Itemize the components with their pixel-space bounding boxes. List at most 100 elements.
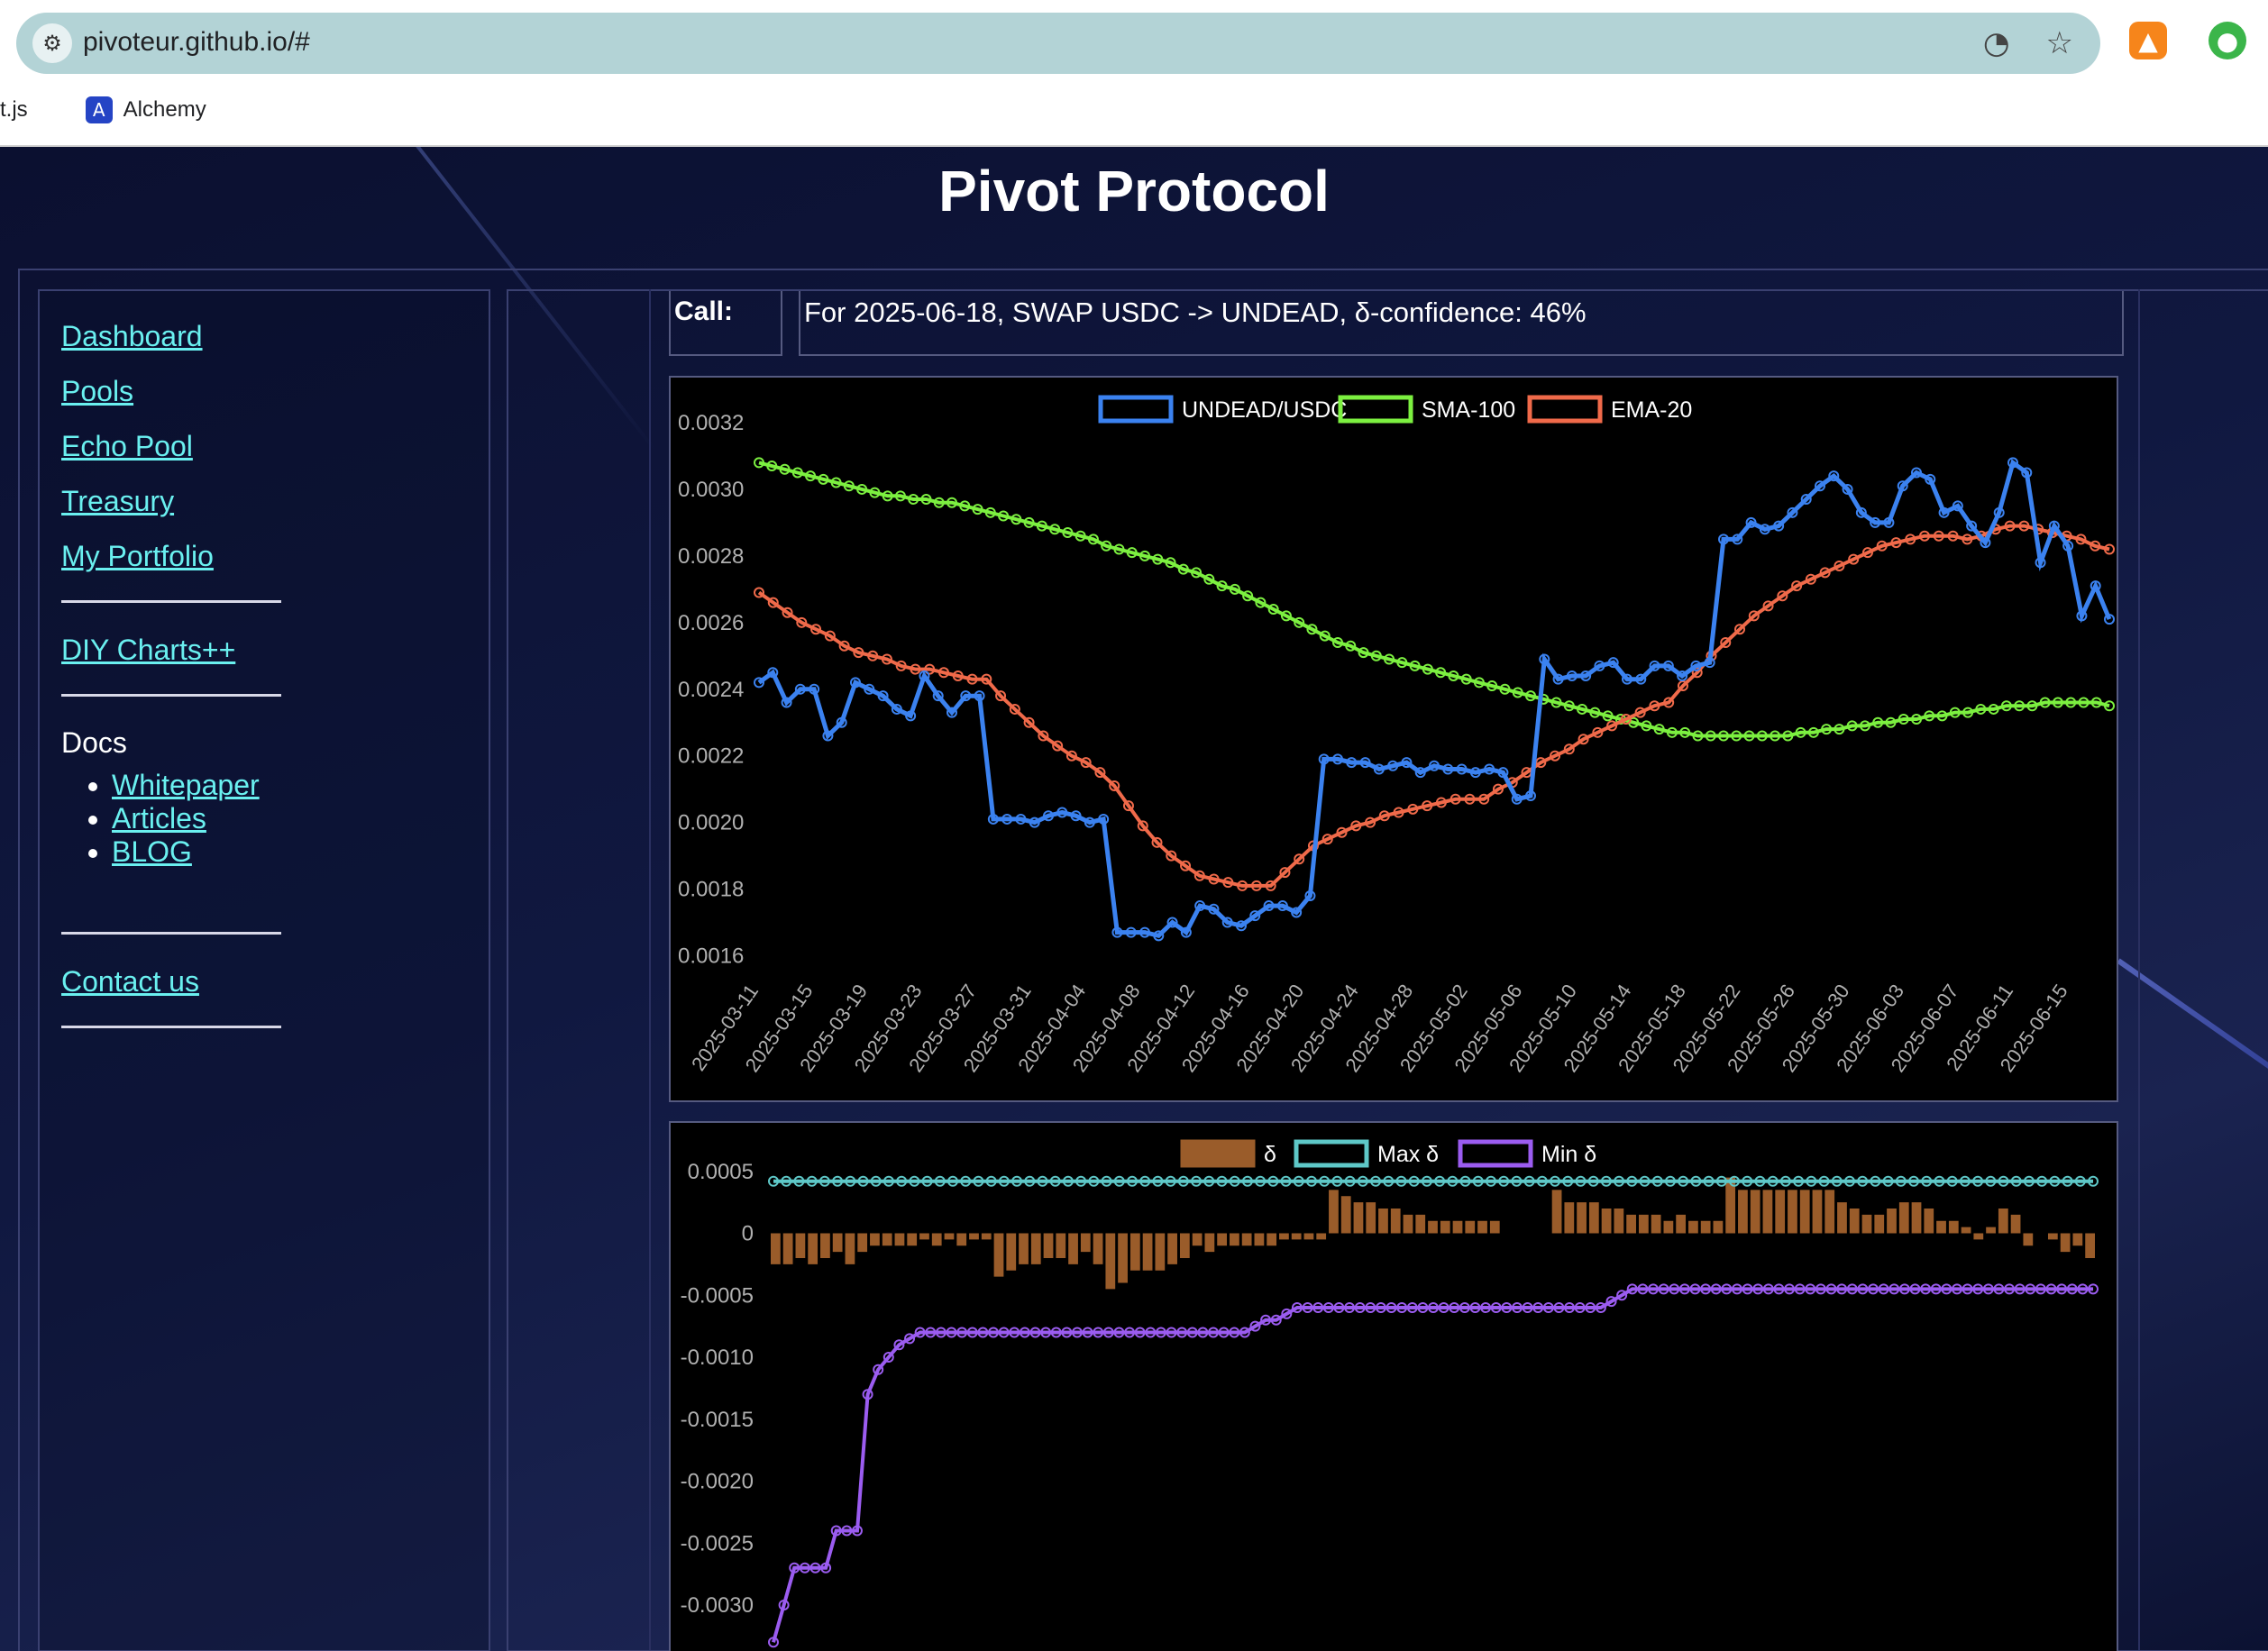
delta-bar [993,1233,1004,1277]
nav-link-echo-pool[interactable]: Echo Pool [61,419,281,474]
delta-bar [2060,1233,2071,1253]
delta-bar [1105,1233,1116,1290]
y-tick-label: 0.0028 [678,544,744,569]
call-text: For 2025-06-18, SWAP USDC -> UNDEAD, δ-c… [804,296,1587,328]
delta-bar [969,1233,979,1240]
delta-bar [845,1233,855,1264]
nav-divider [61,1026,281,1028]
nav-divider [61,932,281,935]
nav-divider [61,600,281,603]
nav-link-whitepaper[interactable]: Whitepaper [112,769,260,801]
delta-bar [1303,1233,1314,1240]
delta-bar [1924,1209,1934,1234]
delta-bar [894,1233,905,1246]
delta-bar [931,1233,942,1246]
delta-bar [1006,1233,1017,1271]
delta-bar [1179,1233,1190,1258]
delta-bar [1861,1214,1872,1234]
delta-bar [1961,1227,1971,1234]
nav-link-contact-us[interactable]: Contact us [61,954,281,1009]
nav-link-pools[interactable]: Pools [61,364,281,419]
delta-bar [1043,1233,1054,1258]
nav-link-my-portfolio[interactable]: My Portfolio [61,529,281,584]
nav-link-articles[interactable]: Articles [112,802,206,835]
delta-bar [1750,1190,1760,1234]
docs-list: Whitepaper Articles BLOG [61,769,281,869]
delta-bar [1142,1233,1153,1271]
delta-bar [1129,1233,1140,1271]
delta-bar [2085,1233,2095,1258]
y-tick-label: -0.0025 [681,1531,754,1555]
delta-bar [1340,1196,1351,1234]
delta-bar [944,1233,955,1240]
delta-bar [820,1233,830,1258]
delta-bar [1973,1233,1984,1240]
y-tick-label: -0.0015 [681,1408,754,1432]
y-tick-label: 0.0032 [678,411,744,435]
delta-bar [1403,1214,1413,1234]
delta-bar [1564,1202,1575,1234]
delta-bar [1788,1190,1797,1234]
price-chart-svg: 0.0032 0.0030 0.0028 0.0026 0.0024 0.0022 0.00… [678,395,2115,1076]
nav-link-diy-charts[interactable]: DIY Charts++ [61,623,281,678]
bookmark-item[interactable]: t.js [0,97,28,123]
delta-bar [1068,1233,1078,1264]
delta-bar [907,1233,918,1246]
delta-bar [1093,1233,1103,1264]
delta-bar [1390,1209,1401,1234]
delta-bar [2072,1233,2083,1246]
delta-bar [1601,1209,1612,1234]
delta-bar [1366,1202,1376,1234]
delta-bar [1118,1233,1128,1283]
address-bar[interactable]: ⚙ pivoteur.github.io/# ◔ ☆ [16,13,2100,74]
delta-bar [1700,1220,1711,1234]
legend-swatch [1527,395,1603,424]
bookmark-star-icon[interactable]: ☆ [2046,25,2073,61]
delta-bar [1241,1233,1252,1246]
docs-list-item: Whitepaper [112,769,281,802]
delta-bar [882,1233,892,1246]
min-delta-line [772,1287,2093,1643]
legend-swatch [1098,395,1174,424]
bookmark-label[interactable]: Alchemy [123,97,206,123]
delta-bar [981,1233,992,1240]
performance-icon[interactable]: ◔ [1983,25,2010,61]
delta-bar [1192,1233,1203,1246]
delta-bar [956,1233,967,1246]
nav-link-blog[interactable]: BLOG [112,835,192,868]
delta-bar [2010,1214,2021,1234]
delta-bar [795,1233,806,1258]
delta-bar [1477,1220,1487,1234]
bookmark-item-alchemy[interactable]: A Alchemy [85,96,206,123]
delta-bar [1799,1190,1810,1234]
delta-bar [1713,1220,1724,1234]
delta-bar [1155,1233,1166,1271]
frog-extension-icon[interactable]: ● [2209,22,2246,59]
delta-bar [1874,1214,1885,1234]
y-tick-label: 0.0020 [678,811,744,835]
delta-bar [1316,1233,1327,1240]
y-tick-label: 0 [742,1222,754,1246]
delta-bar [1378,1209,1388,1234]
nav-link-treasury[interactable]: Treasury [61,474,281,529]
docs-list-item: BLOG [112,835,281,869]
bookmark-label[interactable]: t.js [0,97,28,123]
delta-bar [1651,1214,1661,1234]
url-text[interactable]: pivoteur.github.io/# [83,27,310,58]
delta-bar [1167,1233,1177,1264]
site-info-icon[interactable]: ⚙ [32,23,72,63]
legend-label: EMA-20 [1611,397,1692,423]
delta-bar [808,1233,818,1264]
sidebar-nav: Dashboard Pools Echo Pool Treasury My Po… [61,309,281,1048]
delta-bar [1217,1233,1228,1246]
alchemy-logo-icon: A [85,96,113,123]
delta-bar [1849,1209,1860,1234]
legend-label: UNDEAD/USDC [1182,397,1347,423]
legend-swatch [1338,395,1413,424]
nav-link-dashboard[interactable]: Dashboard [61,309,281,364]
delta-bar [1551,1190,1562,1234]
y-tick-label: -0.0005 [681,1283,754,1308]
metamask-extension-icon[interactable]: ▲ [2129,22,2167,59]
delta-bar [771,1233,781,1264]
delta-bar [1291,1233,1302,1240]
